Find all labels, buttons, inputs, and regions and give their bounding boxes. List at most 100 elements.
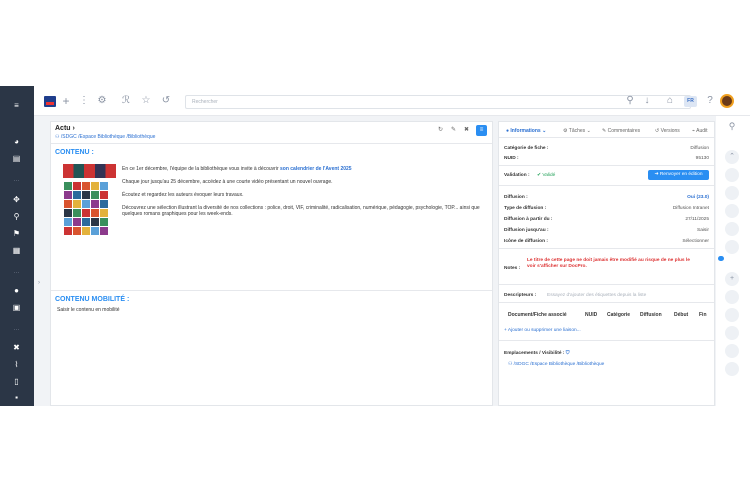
paragraph-4: Découvrez une sélection illustrant la di… [122, 205, 480, 217]
menu-icon[interactable]: ≡ [11, 100, 22, 111]
nuid-label: NUID : [504, 156, 519, 161]
shortcut-button[interactable] [725, 168, 739, 182]
add-button[interactable]: + [725, 272, 739, 286]
col-fin: Fin [699, 312, 707, 318]
diffusion-partir-label: Diffusion à partir du : [504, 217, 553, 222]
paragraph-3: Écoutez et regardez les auteurs évoquer … [122, 192, 244, 198]
calendar-icon[interactable]: ▦ [11, 245, 22, 256]
download-icon[interactable]: ↓ [641, 95, 653, 107]
icone-diffusion-value[interactable]: Sélectionner [682, 239, 709, 244]
page-title: Actu › [55, 125, 75, 132]
diffusion-partir-value[interactable]: 27/11/2025 [685, 217, 709, 222]
tab-audit[interactable]: ⌁ Audit [692, 128, 708, 134]
panel-toggle-button[interactable]: ≡ [476, 125, 487, 136]
language-button[interactable]: FR [684, 96, 697, 107]
book-cover [99, 217, 108, 226]
book-cover [63, 217, 72, 226]
diffusion-value[interactable]: Oui (23.0) [687, 195, 709, 200]
book-cover [90, 181, 99, 190]
book-cover [63, 199, 72, 208]
contact-icon[interactable]: ▣ [11, 302, 22, 313]
search-input[interactable]: Rechercher [185, 95, 691, 109]
app-logo[interactable] [44, 96, 56, 107]
shortcut-button[interactable] [725, 186, 739, 200]
book-cover [81, 199, 90, 208]
top-toolbar: + ⋮ ⚙ ℛ ☆ ↺ Rechercher ⚲ ↓ ⌂ FR ? [34, 86, 750, 116]
breadcrumb[interactable]: ⚇ /SDGC /Espace Bibliothèque /Bibliothèq… [55, 134, 155, 140]
main-content: › Actu › ⚇ /SDGC /Espace Bibliothèque /B… [34, 116, 716, 406]
divider [51, 143, 492, 144]
book-cover [99, 190, 108, 199]
tools-icon[interactable]: ✖ [11, 342, 22, 353]
book-cover [72, 190, 81, 199]
paragraph-1: En ce 1er décembre, l'équipe de la bibli… [122, 166, 352, 172]
user-avatar[interactable] [720, 94, 734, 108]
shield-icon: ⛉ [565, 351, 570, 356]
descripteurs-input[interactable]: Essayez d'ajouter des étiquettes depuis … [547, 293, 646, 298]
article-panel: Actu › ⚇ /SDGC /Espace Bibliothèque /Bib… [50, 121, 493, 406]
chat-icon[interactable]: ● [11, 285, 22, 296]
shortcut-button[interactable] [725, 204, 739, 218]
separator-dots: ··· [13, 327, 20, 333]
paragraph-2: Chaque jour jusqu'au 25 décembre, accéde… [122, 179, 333, 185]
network-icon[interactable]: ✥ [11, 194, 22, 205]
hierarchy-icon[interactable]: ⋮ [78, 95, 90, 107]
news-icon[interactable]: ▤ [11, 153, 22, 164]
star-icon[interactable]: ☆ [140, 95, 152, 107]
tab-taches[interactable]: ⚙ Tâches ⌄ [563, 128, 591, 134]
book-cover [90, 226, 99, 235]
tab-informations[interactable]: ● Informations ⌄ [506, 128, 546, 134]
notes-value[interactable]: Le titre de cette page ne doit jamais êt… [527, 258, 696, 270]
notes-label: Notes : [504, 266, 521, 271]
document-icon[interactable]: ▯ [11, 376, 22, 387]
scroll-up-icon[interactable]: ⌃ [725, 150, 739, 164]
shortcut-button[interactable] [725, 344, 739, 358]
search-placeholder: Rechercher [192, 99, 218, 105]
tools-icon[interactable]: ✖ [461, 125, 472, 136]
book-selection-image[interactable] [63, 181, 116, 235]
edit-icon[interactable]: ✎ [448, 125, 459, 136]
advent-calendar-link[interactable]: son calendrier de l'Avent 2025 [280, 166, 352, 172]
shortcut-button[interactable] [725, 362, 739, 376]
type-diffusion-value[interactable]: Diffusion Intranet [673, 206, 709, 211]
rss-icon[interactable]: ℛ [120, 95, 132, 107]
mobilite-field[interactable]: Saisir le contenu en mobilité [57, 307, 120, 313]
history-icon[interactable]: ↺ [160, 95, 172, 107]
col-nuid: NUID [585, 312, 598, 318]
divider [499, 165, 714, 166]
help-icon[interactable]: ? [704, 95, 716, 107]
book-cover [72, 226, 81, 235]
book-cover [99, 208, 108, 217]
nuid-value: 95130 [695, 156, 709, 161]
add-icon[interactable]: + [60, 95, 72, 107]
shortcut-button[interactable] [725, 326, 739, 340]
book-cover [81, 217, 90, 226]
emplacement-path[interactable]: ⚇ /SDGC /Espace Bibliothèque /Bibliothèq… [508, 362, 604, 367]
flag-icon[interactable]: ⚑ [11, 228, 22, 239]
advent-banner-image[interactable] [63, 164, 116, 178]
tab-commentaires[interactable]: ✎ Commentaires [602, 128, 640, 134]
search-icon[interactable]: ⚲ [725, 119, 739, 133]
book-cover [99, 181, 108, 190]
add-liaison-link[interactable]: + Ajouter ou supprimer une liaison... [504, 328, 581, 333]
diffusion-jusqu-value[interactable]: Saisir [697, 228, 709, 233]
shortcut-button[interactable] [725, 222, 739, 236]
shortcut-button[interactable] [725, 308, 739, 322]
renvoyer-edition-button[interactable]: ➜ Renvoyer en édition [648, 170, 709, 180]
col-document: Document/Fiche associé [508, 312, 567, 318]
store-icon[interactable]: ⌂ [664, 95, 676, 107]
contact-card-icon[interactable]: ▪ [11, 392, 22, 403]
chart-icon[interactable]: ⌇ [11, 359, 22, 370]
shortcut-button[interactable] [725, 240, 739, 254]
search-icon[interactable]: ⚲ [624, 95, 636, 107]
separator-dots: ··· [13, 178, 20, 184]
settings-icon[interactable]: ⚙ [96, 95, 108, 107]
scrollbar-thumb[interactable] [718, 256, 724, 261]
search-icon[interactable]: ⚲ [11, 211, 22, 222]
expand-chevron-icon[interactable]: › [38, 280, 40, 286]
icone-diffusion-label: Icône de diffusion : [504, 239, 548, 244]
tab-versions[interactable]: ↺ Versions [655, 128, 680, 134]
shortcut-button[interactable] [725, 290, 739, 304]
dashboard-icon[interactable]: ◕ [11, 136, 22, 147]
refresh-icon[interactable]: ↻ [435, 125, 446, 136]
